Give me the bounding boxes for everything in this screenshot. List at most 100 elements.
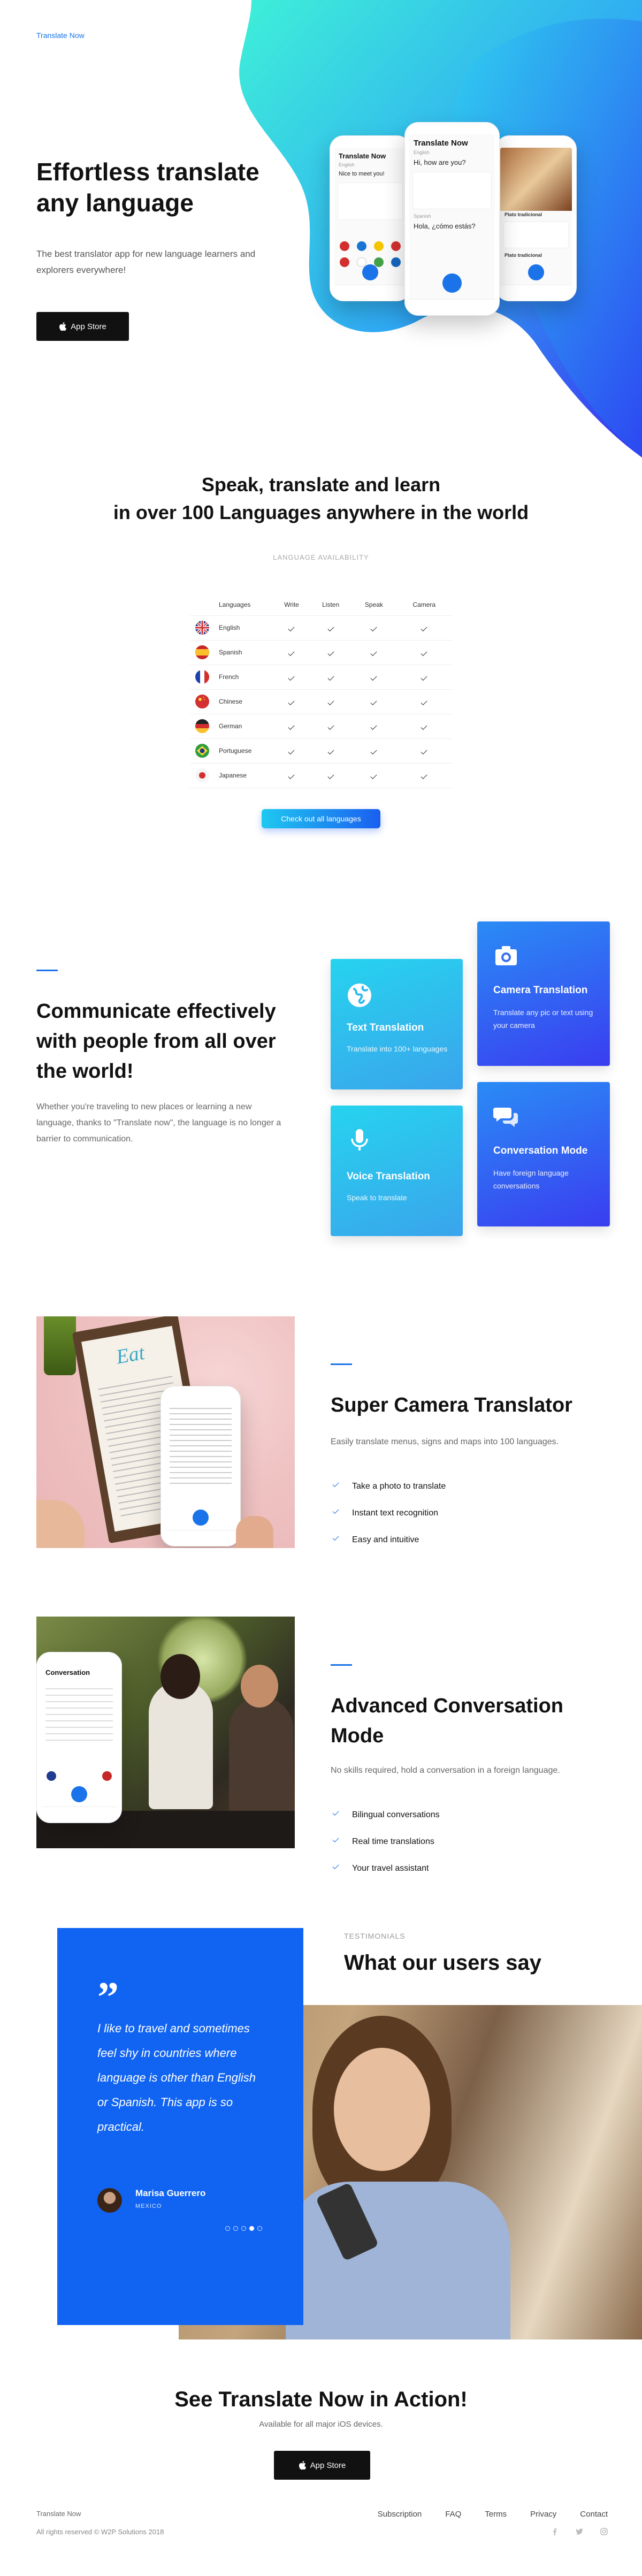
list-item: Bilingual conversations	[331, 1809, 440, 1835]
phone-mockup-left: Translate Now English Nice to meet you!	[330, 135, 411, 301]
check-icon	[327, 624, 334, 632]
list-item-label: Your travel assistant	[352, 1864, 429, 1873]
accent-line	[331, 1363, 352, 1365]
footer-link-contact[interactable]: Contact	[580, 2510, 608, 2519]
check-icon	[421, 748, 427, 755]
translated-menu-lines	[170, 1404, 232, 1484]
check-icon	[332, 1862, 339, 1870]
phone-screen: Translate Now English Hi, how are you? S…	[409, 134, 495, 311]
phone-text: Hi, how are you?	[414, 158, 466, 166]
footer-link-privacy[interactable]: Privacy	[530, 2510, 556, 2519]
brand-logo-text[interactable]: Translate Now	[36, 31, 85, 40]
check-icon	[421, 698, 427, 706]
languages-title-line2: in over 100 Languages anywhere in the wo…	[113, 501, 529, 523]
germany-flag-icon	[195, 719, 209, 733]
conversation-feature-photo: Conversation	[36, 1617, 295, 1848]
list-item: Easy and intuitive	[331, 1534, 446, 1560]
table-row: Portuguese	[190, 738, 452, 764]
app-store-label: App Store	[310, 2460, 346, 2470]
list-item-label: Instant text recognition	[352, 1508, 438, 1518]
conversation-feature-subtitle: No skills required, hold a conversation …	[331, 1766, 560, 1775]
footer-link-faq[interactable]: FAQ	[445, 2510, 461, 2519]
list-item: Instant text recognition	[331, 1507, 446, 1534]
food-photo	[500, 148, 572, 211]
woman-face	[334, 2048, 430, 2171]
footer-nav: Subscription FAQ Terms Privacy Contact	[378, 2510, 608, 2519]
check-icon	[327, 674, 334, 681]
accent-line	[36, 970, 58, 971]
languages-title-line1: Speak, translate and learn	[201, 474, 441, 496]
carousel-dot[interactable]	[233, 2226, 238, 2231]
carousel-dot[interactable]	[241, 2226, 246, 2231]
language-name: French	[215, 665, 273, 690]
check-all-languages-button[interactable]: Check out all languages	[262, 809, 380, 828]
feature-card-camera-translation[interactable]: Camera Translation Translate any pic or …	[477, 921, 610, 1066]
hero-section: Translate Now Effortless translate any l…	[0, 0, 642, 460]
person-left-head	[160, 1654, 200, 1699]
list-item-label: Easy and intuitive	[352, 1535, 419, 1544]
language-name: German	[215, 714, 273, 739]
spain-flag-icon	[195, 645, 209, 659]
carousel-dot-active[interactable]	[249, 2226, 254, 2231]
language-availability-label: LANGUAGE AVAILABILITY	[273, 553, 369, 561]
conversation-feature-title: Advanced Conversation Mode	[331, 1695, 563, 1747]
phone-screen: Conversation	[41, 1664, 117, 1818]
testimonial-author: Marisa Guerrero	[135, 2188, 206, 2198]
person-right-head	[241, 1665, 278, 1708]
card-description: Translate any pic or text using your cam…	[493, 1008, 593, 1030]
testimonial-quote: I like to travel and sometimes feel shy …	[97, 2022, 256, 2133]
card-title: Camera Translation	[493, 985, 588, 996]
carousel-dot[interactable]	[257, 2226, 262, 2231]
card-description: Speak to translate	[347, 1193, 407, 1202]
column-header: Write	[273, 594, 310, 616]
hero-subtitle: The best translator app for new language…	[36, 249, 256, 275]
facebook-icon[interactable]	[551, 2528, 559, 2535]
camera-feature-photo: Eat	[36, 1316, 295, 1548]
green-drink	[44, 1316, 76, 1375]
feature-card-voice-translation[interactable]: Voice Translation Speak to translate	[331, 1106, 463, 1236]
cta-app-store-button[interactable]: App Store	[274, 2451, 370, 2480]
footer-brand[interactable]: Translate Now	[36, 2510, 81, 2518]
table-row: English	[190, 615, 452, 641]
check-icon	[421, 772, 427, 780]
feature-card-conversation-mode[interactable]: Conversation Mode Have foreign language …	[477, 1082, 610, 1226]
check-icon	[370, 674, 377, 681]
phone-lang-label: Spanish	[414, 214, 431, 219]
check-icon	[332, 1835, 339, 1843]
uk-flag-icon	[195, 621, 209, 635]
footer-link-terms[interactable]: Terms	[485, 2510, 507, 2519]
tab-bar	[409, 299, 495, 311]
check-icon	[421, 723, 427, 730]
instagram-icon[interactable]	[600, 2528, 608, 2535]
conversation-feature-list: Bilingual conversations Real time transl…	[331, 1809, 440, 1889]
app-store-label: App Store	[71, 322, 106, 331]
phone-text: Hola, ¿cómo estás?	[414, 222, 476, 230]
apple-icon	[59, 322, 67, 331]
phone-screen: Translate Now English Nice to meet you!	[334, 148, 406, 296]
microphone-icon	[351, 1129, 368, 1150]
app-store-button[interactable]: App Store	[36, 312, 129, 341]
testimonial-location: MEXICO	[135, 2203, 162, 2209]
camera-feature-title: Super Camera Translator	[331, 1394, 572, 1416]
twitter-icon[interactable]	[576, 2528, 583, 2535]
list-item: Take a photo to translate	[331, 1480, 446, 1507]
microphone-icon	[362, 264, 378, 280]
check-icon	[288, 649, 295, 657]
cta-title: See Translate Now in Action!	[174, 2388, 468, 2411]
feature-card-text-translation[interactable]: Text Translation Translate into 100+ lan…	[331, 959, 463, 1089]
check-icon	[327, 649, 334, 657]
check-icon	[327, 748, 334, 755]
language-name: English	[215, 615, 273, 641]
phone-app-title: Conversation	[45, 1668, 90, 1676]
tab-bar	[41, 1807, 117, 1818]
accent-line	[331, 1664, 352, 1666]
language-name: Spanish	[215, 640, 273, 665]
testimonials-label: TESTIMONIALS	[344, 1932, 406, 1940]
phone-screen	[165, 1398, 236, 1542]
phone-screen: Plato tradicional Plato tradicional	[500, 148, 572, 296]
carousel-dot[interactable]	[225, 2226, 230, 2231]
phone-caption: Plato tradicional	[505, 212, 542, 217]
list-item: Real time translations	[331, 1835, 440, 1862]
language-name: Japanese	[215, 763, 273, 788]
footer-link-subscription[interactable]: Subscription	[378, 2510, 422, 2519]
